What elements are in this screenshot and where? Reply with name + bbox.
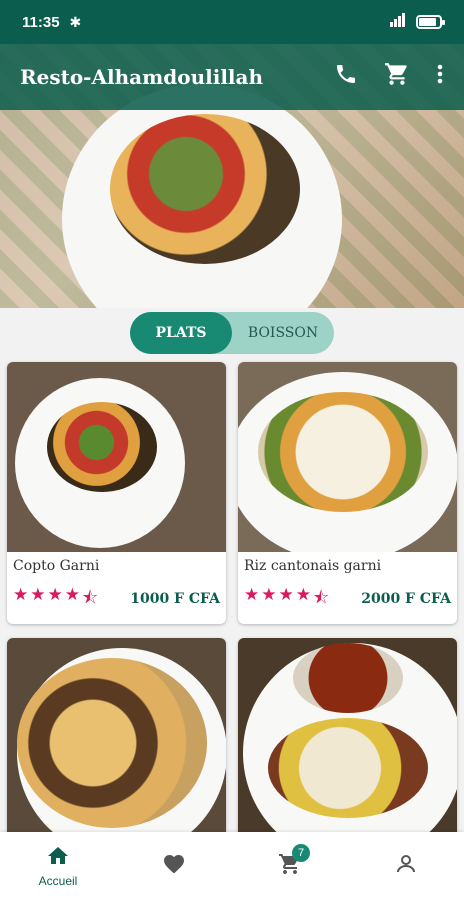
menu-item-image — [238, 362, 457, 552]
nav-cart[interactable]: 7 — [232, 844, 348, 880]
hero-food-image — [110, 114, 300, 264]
menu-item-name: Riz cantonais garni — [244, 558, 382, 574]
rating-stars: ★ ★ ★ ★ ⯪ — [244, 585, 329, 614]
star-icon: ★ — [30, 584, 46, 605]
menu-item-price: 2000 F CFA — [361, 591, 451, 607]
cart-badge: 7 — [292, 844, 310, 862]
menu-item-card[interactable] — [7, 638, 226, 838]
category-tabs: PLATS BOISSON — [130, 312, 334, 354]
star-icon: ★ — [295, 584, 311, 605]
app-title: Resto-Alhamdoulillah — [20, 65, 264, 89]
signal-icon — [390, 13, 406, 31]
more-vert-icon[interactable] — [436, 63, 444, 91]
star-half-icon: ⯪ — [313, 587, 330, 608]
home-icon — [45, 844, 71, 872]
phone-icon[interactable] — [334, 62, 358, 92]
person-icon — [393, 852, 419, 880]
bluetooth-icon: ✱ — [69, 13, 82, 30]
star-icon: ★ — [261, 584, 277, 605]
nav-profile[interactable] — [348, 852, 464, 880]
menu-item-price: 1000 F CFA — [130, 591, 220, 607]
menu-item-image — [7, 638, 226, 838]
menu-item-image — [7, 362, 226, 552]
tab-boisson[interactable]: BOISSON — [232, 312, 334, 354]
star-icon: ★ — [47, 584, 63, 605]
app-bar: Resto-Alhamdoulillah — [0, 44, 464, 110]
star-icon: ★ — [278, 584, 294, 605]
battery-icon — [416, 15, 445, 29]
heart-icon — [161, 852, 187, 880]
menu-item-image — [238, 638, 457, 838]
status-time: 11:35 — [22, 13, 60, 31]
bottom-navigation: Accueil 7 — [0, 832, 464, 900]
menu-item-card[interactable]: Riz cantonais garni ★ ★ ★ ★ ⯪ 2000 F CFA — [238, 362, 457, 624]
menu-item-name: Copto Garni — [13, 558, 100, 574]
menu-item-card[interactable]: Copto Garni ★ ★ ★ ★ ⯪ 1000 F CFA — [7, 362, 226, 624]
nav-home[interactable]: Accueil — [0, 844, 116, 888]
tab-plats[interactable]: PLATS — [130, 312, 232, 354]
nav-favorites[interactable] — [116, 852, 232, 880]
star-half-icon: ⯪ — [82, 587, 99, 608]
rating-stars: ★ ★ ★ ★ ⯪ — [13, 585, 98, 614]
star-icon: ★ — [13, 584, 29, 605]
nav-home-label: Accueil — [38, 874, 78, 888]
star-icon: ★ — [244, 584, 260, 605]
cart-icon[interactable] — [384, 61, 410, 93]
menu-item-card[interactable] — [238, 638, 457, 838]
star-icon: ★ — [64, 584, 80, 605]
status-bar: 11:35 ✱ — [0, 0, 464, 44]
